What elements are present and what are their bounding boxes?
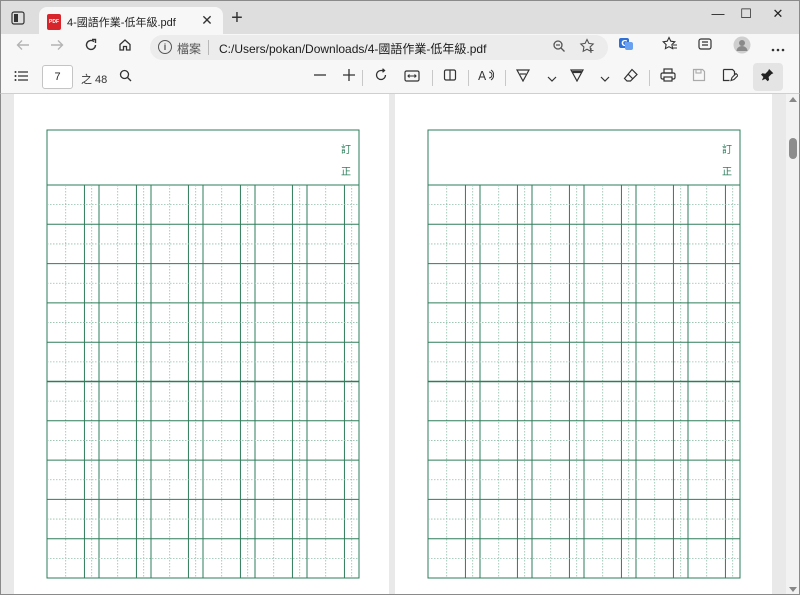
fit-width-icon xyxy=(404,70,420,82)
writing-grid-right: 訂正 xyxy=(427,129,741,579)
home-icon xyxy=(119,39,131,51)
toolbar-separator xyxy=(362,70,363,86)
home-button[interactable] xyxy=(113,36,137,60)
tab-title: 4-國語作業-低年級.pdf xyxy=(67,17,176,29)
save-icon xyxy=(692,68,706,82)
zoom-icon[interactable] xyxy=(552,39,568,55)
erase-button[interactable] xyxy=(621,67,641,87)
tab-actions-icon[interactable] xyxy=(11,11,27,27)
back-arrow-icon xyxy=(16,40,29,50)
browser-tab[interactable]: PDF 4-國語作業-低年級.pdf ✕ xyxy=(39,7,223,36)
page-view-icon xyxy=(443,69,457,81)
list-icon xyxy=(14,71,28,81)
correction-label-char: 訂 xyxy=(341,143,351,156)
chevron-down-icon xyxy=(600,76,610,82)
page-total-label: 之 48 xyxy=(81,74,108,86)
profile-button[interactable] xyxy=(730,36,754,60)
correction-label-char: 正 xyxy=(341,167,351,178)
minus-icon xyxy=(314,74,326,76)
forward-button[interactable] xyxy=(45,36,69,60)
rotate-button[interactable] xyxy=(371,67,391,87)
save-button[interactable] xyxy=(689,67,709,87)
pdf-toolbar: 7 之 48 A xyxy=(0,61,800,94)
highlight-options-button[interactable] xyxy=(595,67,615,87)
fit-to-width-button[interactable] xyxy=(402,67,422,87)
draw-icon xyxy=(515,69,531,83)
refresh-button[interactable] xyxy=(79,36,103,60)
info-icon[interactable]: i xyxy=(158,40,172,54)
correction-label-char: 正 xyxy=(722,167,732,178)
chevron-down-icon xyxy=(547,76,557,82)
draw-button[interactable] xyxy=(513,67,533,87)
plus-icon xyxy=(343,69,355,81)
toolbar-separator xyxy=(505,70,506,86)
collections-button[interactable] xyxy=(693,36,717,60)
draw-options-button[interactable] xyxy=(542,67,562,87)
avatar xyxy=(733,36,751,54)
zoom-out-button[interactable] xyxy=(310,67,330,87)
page-number-input[interactable]: 7 xyxy=(42,65,73,89)
pdf-page-right: 訂正 xyxy=(395,94,772,594)
pdf-page-left: 訂正 xyxy=(14,94,389,594)
scroll-down-arrow-icon[interactable] xyxy=(789,587,797,592)
print-button[interactable] xyxy=(658,67,678,87)
svg-text:A: A xyxy=(478,69,487,82)
find-button[interactable] xyxy=(115,67,135,87)
translate-icon: G xyxy=(619,38,633,50)
url-text[interactable]: C:/Users/pokan/Downloads/4-國語作業-低年級.pdf xyxy=(219,40,486,57)
highlight-icon xyxy=(569,69,585,83)
close-window-button[interactable]: ✕ xyxy=(755,1,800,29)
collections-icon xyxy=(698,38,712,50)
favorites-star-icon xyxy=(662,36,677,50)
navigation-bar: i 檔案 C:/Users/pokan/Downloads/4-國語作業-低年級… xyxy=(0,34,800,61)
writing-grid-left: 訂正 xyxy=(46,129,360,579)
zoom-in-button[interactable] xyxy=(339,67,359,87)
pin-toolbar-button[interactable] xyxy=(753,63,783,91)
translate-button[interactable]: G xyxy=(614,36,638,60)
vertical-scrollbar[interactable] xyxy=(786,94,799,594)
eraser-icon xyxy=(623,68,638,82)
address-separator xyxy=(208,40,209,55)
correction-label-char: 訂 xyxy=(722,143,732,156)
tab-close-icon[interactable]: ✕ xyxy=(199,12,215,28)
contents-button[interactable] xyxy=(11,67,31,87)
favorites-button[interactable] xyxy=(658,36,682,60)
save-as-icon xyxy=(722,68,739,82)
page-view-button[interactable] xyxy=(440,67,460,87)
scroll-up-arrow-icon[interactable] xyxy=(789,97,797,102)
forward-arrow-icon xyxy=(51,40,64,50)
pin-icon xyxy=(761,68,774,82)
more-dots-icon xyxy=(771,48,785,52)
toolbar-separator xyxy=(468,70,469,86)
save-as-button[interactable] xyxy=(720,67,740,87)
address-bar[interactable]: i 檔案 C:/Users/pokan/Downloads/4-國語作業-低年級… xyxy=(150,35,608,60)
add-favorite-icon[interactable] xyxy=(579,38,597,56)
scrollbar-thumb[interactable] xyxy=(789,138,797,159)
rotate-icon xyxy=(375,68,387,81)
new-tab-button[interactable]: + xyxy=(227,8,247,29)
refresh-icon xyxy=(85,38,97,51)
read-aloud-button[interactable]: A xyxy=(476,67,496,87)
back-button[interactable] xyxy=(11,36,35,60)
read-aloud-icon: A xyxy=(478,69,495,83)
toolbar-separator xyxy=(649,70,650,86)
search-icon xyxy=(119,69,131,82)
settings-more-button[interactable] xyxy=(766,36,790,60)
tab-strip: PDF 4-國語作業-低年級.pdf ✕ + — ☐ ✕ xyxy=(0,0,800,36)
highlight-button[interactable] xyxy=(567,67,587,87)
toolbar-separator xyxy=(432,70,433,86)
pdf-file-icon: PDF xyxy=(47,14,61,30)
file-scheme-label: 檔案 xyxy=(177,42,202,56)
print-icon xyxy=(660,68,676,82)
pdf-viewer[interactable]: 訂正 訂正 xyxy=(0,94,800,595)
